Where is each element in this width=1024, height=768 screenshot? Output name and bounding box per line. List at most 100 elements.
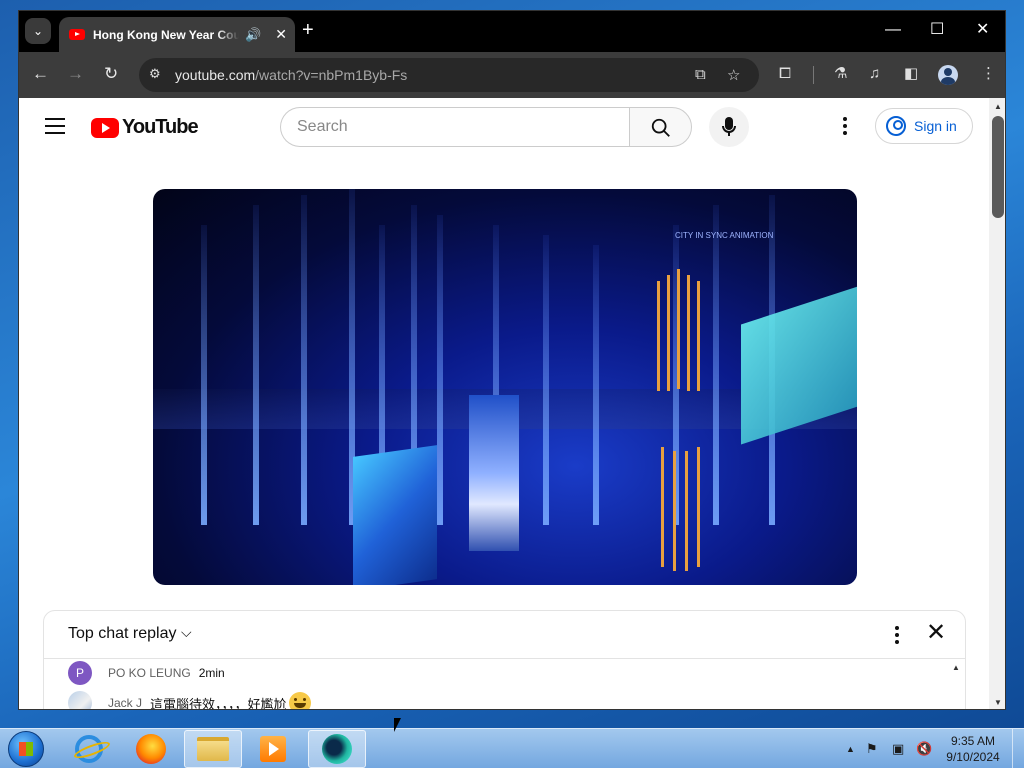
light-beam: [437, 215, 443, 525]
light-beam: [201, 225, 207, 525]
video-overlay-text: CITY IN SYNC ANIMATION: [675, 231, 774, 240]
settings-kebab-icon[interactable]: [843, 117, 849, 138]
url-domain: youtube.com: [175, 67, 256, 83]
edge-icon: [322, 734, 352, 764]
browser-toolbar: ← → ↻ ⚙ youtube.com/watch?v=nbPm1Byb-Fs …: [19, 52, 1005, 98]
tab-close-icon[interactable]: ✕: [275, 26, 287, 43]
light-beam: [593, 245, 599, 525]
taskbar-app-file-explorer[interactable]: [184, 730, 242, 768]
neon-strip: [667, 275, 670, 391]
address-bar[interactable]: ⚙ youtube.com/watch?v=nbPm1Byb-Fs ⧉ ☆: [139, 58, 759, 92]
url-text[interactable]: youtube.com/watch?v=nbPm1Byb-Fs: [175, 67, 407, 83]
bookmark-star-icon[interactable]: ☆: [727, 66, 740, 84]
chat-author[interactable]: Jack J: [108, 696, 142, 709]
chat-close-icon[interactable]: ✕: [926, 621, 946, 645]
tab-bar: ⌄ Hong Kong New Year Countdown 🔊 ✕ + — ☐…: [19, 11, 1005, 52]
taskbar-app-media-player[interactable]: [244, 730, 302, 768]
sign-in-label: Sign in: [914, 118, 957, 134]
reload-icon[interactable]: ↻: [104, 64, 118, 84]
taskbar-app-internet-explorer[interactable]: [60, 730, 118, 768]
network-icon[interactable]: ▣: [892, 741, 904, 757]
neon-strip: [685, 451, 688, 571]
folder-icon: [197, 737, 229, 761]
speaker-icon[interactable]: 🔊: [245, 27, 261, 43]
avatar[interactable]: P: [68, 661, 92, 685]
firefox-icon: [136, 734, 166, 764]
show-hidden-icons-icon[interactable]: ▲: [846, 744, 855, 754]
action-center-flag-icon[interactable]: ⚑: [866, 741, 878, 757]
hamburger-menu-icon[interactable]: [45, 118, 65, 134]
volume-muted-icon[interactable]: 🔇: [916, 741, 932, 757]
clock-time: 9:35 AM: [950, 734, 996, 748]
minimize-button[interactable]: —: [885, 20, 901, 40]
site-info-icon[interactable]: ⚙: [149, 66, 161, 82]
video-player[interactable]: CITY IN SYNC ANIMATION: [153, 189, 857, 585]
sign-in-button[interactable]: Sign in: [875, 108, 973, 144]
light-beam: [713, 205, 719, 525]
voice-search-button[interactable]: [709, 107, 749, 147]
close-window-button[interactable]: ✕: [976, 20, 989, 40]
maximize-button[interactable]: ☐: [930, 20, 944, 40]
neon-strip: [697, 281, 700, 391]
search-input[interactable]: [297, 118, 617, 136]
sweat-smile-emoji-icon: [288, 692, 311, 709]
taskbar-app-firefox[interactable]: [122, 730, 180, 768]
tab-title: Hong Kong New Year Countdown: [93, 27, 239, 42]
account-circle-icon: [886, 116, 906, 136]
internet-explorer-icon: [75, 735, 103, 763]
back-icon[interactable]: ←: [32, 64, 49, 84]
youtube-play-icon: [91, 117, 119, 138]
youtube-page: YouTube Sign in: [19, 98, 989, 710]
building-screen: [469, 395, 519, 551]
search-icon: [651, 118, 670, 137]
clock-date: 9/10/2024: [946, 750, 1000, 764]
taskbar: ▲ ⚑ ▣ 🔇 9:35 AM 9/10/2024: [0, 728, 1024, 768]
side-panel-icon[interactable]: ◧: [904, 65, 918, 83]
neon-strip: [697, 447, 700, 567]
chat-scroll-up-icon[interactable]: ▲: [952, 663, 960, 672]
install-app-icon[interactable]: ⧉: [695, 66, 706, 83]
chat-more-options-icon[interactable]: [895, 626, 899, 647]
chat-message: P PO KO LEUNG 2min: [68, 661, 225, 685]
chevron-down-icon[interactable]: ⌵: [181, 624, 192, 641]
page-scrollbar[interactable]: ▲ ▼: [989, 98, 1005, 709]
start-button[interactable]: [8, 731, 44, 767]
scroll-down-arrow-icon[interactable]: ▼: [994, 698, 1002, 707]
search-button[interactable]: [629, 107, 692, 147]
mouse-cursor-icon: [394, 718, 401, 732]
chat-timestamp: 2min: [198, 666, 225, 680]
chrome-menu-icon[interactable]: ⋮: [981, 65, 996, 83]
system-clock[interactable]: 9:35 AM 9/10/2024: [940, 733, 1006, 765]
profile-avatar-icon[interactable]: [938, 65, 958, 85]
media-controls-icon[interactable]: ♫: [869, 65, 880, 83]
building-screen: [353, 445, 437, 585]
light-beam: [253, 205, 259, 525]
media-player-icon: [260, 736, 286, 762]
toolbar-separator: [813, 66, 814, 84]
neon-strip: [673, 451, 676, 571]
chat-header: Top chat replay ⌵ ✕: [44, 611, 965, 659]
forward-icon[interactable]: →: [67, 64, 84, 84]
new-tab-button[interactable]: +: [302, 20, 314, 40]
chat-mode-selector[interactable]: Top chat replay: [68, 625, 177, 643]
avatar[interactable]: [68, 691, 92, 709]
scrollbar-thumb[interactable]: [992, 116, 1004, 218]
scroll-up-arrow-icon[interactable]: ▲: [994, 102, 1002, 111]
tab-search-button[interactable]: ⌄: [25, 18, 51, 44]
active-tab[interactable]: Hong Kong New Year Countdown 🔊 ✕: [59, 17, 295, 52]
search-field[interactable]: [280, 107, 629, 147]
youtube-logo-text: YouTube: [122, 116, 199, 138]
labs-flask-icon[interactable]: ⚗: [834, 65, 847, 83]
light-beam: [301, 195, 307, 525]
show-desktop-button[interactable]: [1012, 729, 1024, 768]
extensions-icon[interactable]: ⧠: [779, 65, 791, 83]
chat-author[interactable]: PO KO LEUNG: [108, 666, 191, 680]
light-beam: [543, 235, 549, 525]
youtube-logo[interactable]: YouTube: [91, 116, 199, 139]
taskbar-app-edge[interactable]: [308, 730, 366, 768]
chat-text: 這電腦待效，，，，好尷尬: [150, 696, 287, 710]
neon-strip: [657, 281, 660, 391]
neon-strip: [687, 275, 690, 391]
neon-strip: [677, 269, 680, 389]
live-chat-panel: Top chat replay ⌵ ✕ ▲ P PO KO LEUNG 2min…: [43, 610, 966, 710]
